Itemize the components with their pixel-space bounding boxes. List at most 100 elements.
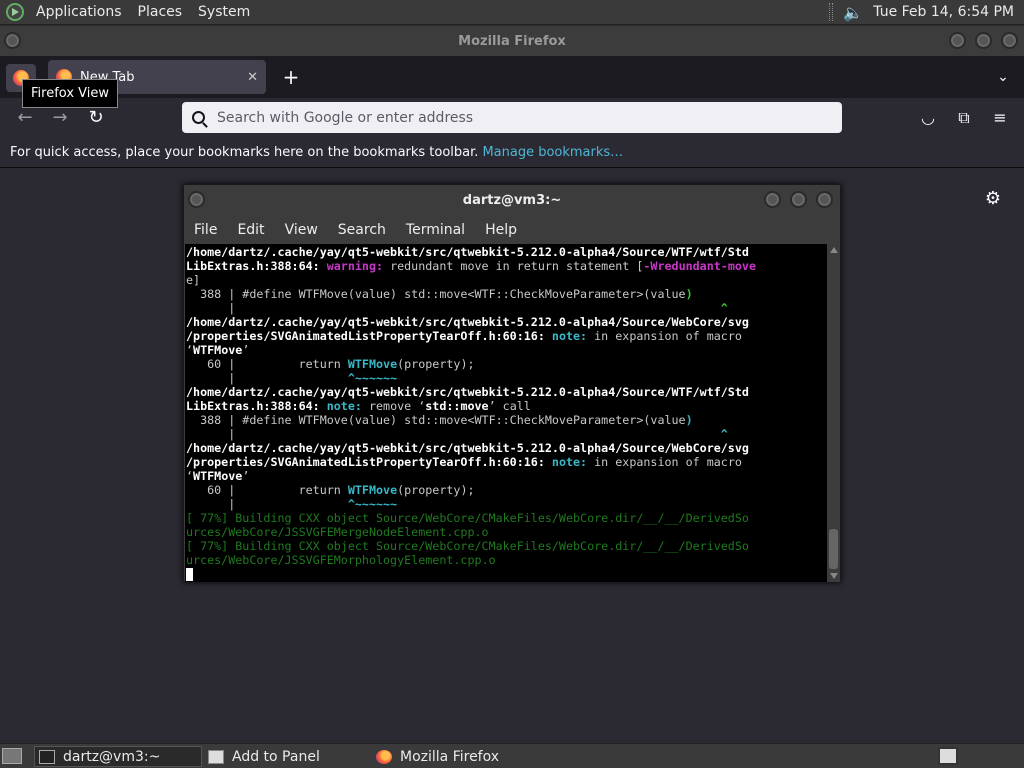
- terminal-text: |: [186, 301, 721, 315]
- distro-logo-icon[interactable]: [6, 3, 24, 21]
- window-menu-button[interactable]: [4, 32, 21, 49]
- terminal-maximize-button[interactable]: [790, 191, 807, 208]
- terminal-text: remove ‘: [361, 399, 426, 413]
- terminal-text: ^~~~~~~: [347, 371, 398, 385]
- terminal-line: e]: [186, 273, 827, 287]
- search-icon: [192, 111, 205, 124]
- terminal-text: /properties/SVGAnimatedListPropertyTearO…: [186, 329, 552, 343]
- terminal-line: | ^: [186, 301, 827, 315]
- firefox-titlebar[interactable]: Mozilla Firefox: [0, 26, 1024, 56]
- terminal-titlebar[interactable]: dartz@vm3:~: [184, 185, 840, 216]
- terminal-text: note:: [326, 399, 362, 413]
- pocket-icon[interactable]: ◡: [916, 106, 940, 130]
- terminal-line: /properties/SVGAnimatedListPropertyTearO…: [186, 455, 827, 469]
- hamburger-menu-icon[interactable]: ≡: [988, 106, 1012, 130]
- terminal-cursor: [186, 568, 193, 581]
- terminal-text: WTFMove: [193, 343, 243, 357]
- terminal-line: urces/WebCore/JSSVGFEMergeNodeElement.cp…: [186, 525, 827, 539]
- terminal-menu-search[interactable]: Search: [331, 222, 399, 238]
- terminal-text: /home/dartz/.cache/yay/qt5-webkit/src/qt…: [186, 385, 749, 399]
- terminal-text: std::move: [425, 399, 489, 413]
- terminal-menu-terminal[interactable]: Terminal: [399, 222, 478, 238]
- tooltip: Firefox View: [22, 79, 119, 108]
- terminal-text: ): [685, 287, 693, 301]
- window-title: Mozilla Firefox: [458, 33, 566, 49]
- terminal-menu-help[interactable]: Help: [478, 222, 530, 238]
- terminal-line: 388 | #define WTFMove(value) std::move<W…: [186, 287, 827, 301]
- terminal-line: /home/dartz/.cache/yay/qt5-webkit/src/qt…: [186, 385, 827, 399]
- terminal-text: 388 | #define WTFMove(value) std::move<W…: [186, 287, 686, 301]
- terminal-line: 60 | return WTFMove(property);: [186, 483, 827, 497]
- terminal-line: /home/dartz/.cache/yay/qt5-webkit/src/qt…: [186, 315, 827, 329]
- terminal-text: ’ call: [488, 399, 531, 413]
- terminal-window-menu-button[interactable]: [188, 191, 205, 208]
- terminal-text: urces/WebCore/JSSVGFEMorphologyElement.c…: [186, 553, 496, 567]
- terminal-line: 60 | return WTFMove(property);: [186, 357, 827, 371]
- firefox-icon: [376, 749, 392, 764]
- reload-icon[interactable]: ↻: [83, 106, 109, 130]
- taskbar-terminal[interactable]: dartz@vm3:~: [34, 746, 202, 767]
- speaker-icon[interactable]: 🔈: [843, 3, 863, 22]
- taskbar-firefox[interactable]: Mozilla Firefox: [372, 746, 572, 767]
- back-icon[interactable]: ←: [12, 106, 38, 130]
- terminal-text: ^~~~~~~: [347, 497, 398, 511]
- terminal-line: LibExtras.h:388:64: warning: redundant m…: [186, 259, 827, 273]
- terminal-scrollbar[interactable]: [827, 244, 840, 582]
- terminal-text: redundant move in return statement [: [383, 259, 644, 273]
- manage-bookmarks-link[interactable]: Manage bookmarks…: [482, 145, 623, 160]
- maximize-button[interactable]: [975, 32, 992, 49]
- extensions-icon[interactable]: ⧉: [952, 106, 976, 130]
- workspace-switcher[interactable]: [938, 747, 958, 765]
- minimize-button[interactable]: [949, 32, 966, 49]
- terminal-text: |: [186, 427, 721, 441]
- terminal-line: [ 77%] Building CXX object Source/WebCor…: [186, 511, 827, 525]
- terminal-menu-edit[interactable]: Edit: [230, 222, 277, 238]
- close-tab-icon[interactable]: ✕: [247, 70, 258, 85]
- new-tab-button[interactable]: +: [278, 64, 304, 90]
- url-bar[interactable]: Search with Google or enter address: [182, 102, 842, 133]
- terminal-text: LibExtras.h:388:64:: [186, 259, 327, 273]
- terminal-text: ‘: [186, 469, 194, 483]
- terminal-line: [ 77%] Building CXX object Source/WebCor…: [186, 539, 827, 553]
- terminal-text: ’: [242, 469, 250, 483]
- terminal-icon: [39, 749, 55, 764]
- terminal-window[interactable]: dartz@vm3:~ File Edit View Search Termin…: [183, 184, 841, 582]
- clock[interactable]: Tue Feb 14, 6:54 PM: [873, 4, 1014, 20]
- terminal-line: 388 | #define WTFMove(value) std::move<W…: [186, 413, 827, 427]
- terminal-output[interactable]: /home/dartz/.cache/yay/qt5-webkit/src/qt…: [185, 244, 827, 582]
- terminal-line: ‘WTFMove’: [186, 469, 827, 483]
- forward-icon[interactable]: →: [47, 106, 73, 130]
- terminal-menu-file[interactable]: File: [187, 222, 230, 238]
- terminal-text: /properties/SVGAnimatedListPropertyTearO…: [186, 455, 552, 469]
- terminal-close-button[interactable]: [816, 191, 833, 208]
- taskbar-add-to-panel[interactable]: Add to Panel: [204, 746, 364, 767]
- bookmarks-toolbar: For quick access, place your bookmarks h…: [0, 138, 1024, 168]
- menu-applications[interactable]: Applications: [28, 4, 130, 20]
- terminal-minimize-button[interactable]: [764, 191, 781, 208]
- navigation-bar: ← → ↻ Search with Google or enter addres…: [0, 98, 1024, 138]
- terminal-line: /properties/SVGAnimatedListPropertyTearO…: [186, 329, 827, 343]
- list-all-tabs-icon[interactable]: ⌄: [990, 64, 1016, 90]
- menu-places[interactable]: Places: [130, 4, 191, 20]
- terminal-line: /home/dartz/.cache/yay/qt5-webkit/src/qt…: [186, 441, 827, 455]
- terminal-line: | ^~~~~~~: [186, 371, 827, 385]
- gear-icon[interactable]: ⚙: [983, 189, 1003, 209]
- menu-system[interactable]: System: [190, 4, 258, 20]
- show-desktop-icon[interactable]: [2, 748, 22, 764]
- terminal-text: ): [685, 413, 693, 427]
- terminal-menubar: File Edit View Search Terminal Help: [184, 216, 840, 244]
- terminal-cursor-line: [186, 567, 827, 581]
- terminal-text: 388 | #define WTFMove(value) std::move<W…: [186, 413, 686, 427]
- terminal-text: -Wredundant-move: [643, 259, 756, 273]
- terminal-text: note:: [551, 329, 588, 343]
- close-window-button[interactable]: [1001, 32, 1018, 49]
- terminal-text: |: [186, 371, 348, 385]
- terminal-line: ‘WTFMove’: [186, 343, 827, 357]
- scrollbar-thumb[interactable]: [829, 529, 838, 569]
- terminal-menu-view[interactable]: View: [278, 222, 331, 238]
- terminal-text: 60 | return: [186, 357, 348, 371]
- scroll-up-icon[interactable]: [830, 247, 838, 253]
- scroll-down-icon[interactable]: [830, 573, 838, 579]
- terminal-text: 60 | return: [186, 483, 348, 497]
- terminal-line: | ^~~~~~~: [186, 497, 827, 511]
